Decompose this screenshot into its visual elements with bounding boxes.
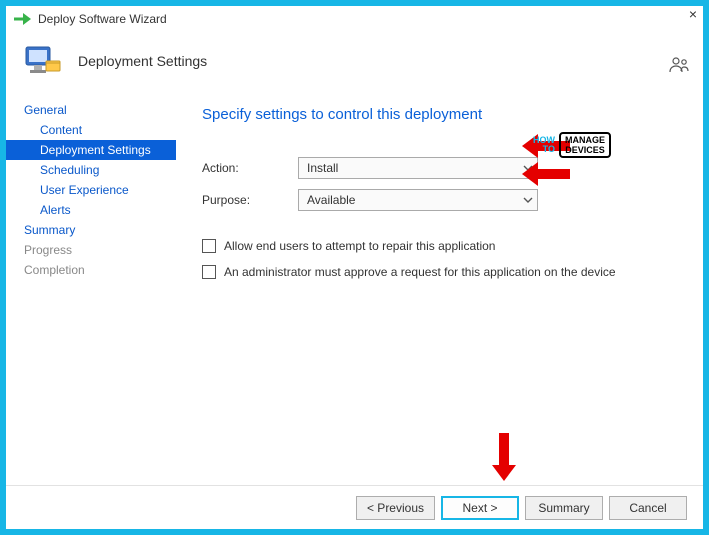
action-row: Action: Install xyxy=(202,157,683,179)
content-panel: Specify settings to control this deploym… xyxy=(176,94,703,485)
close-icon[interactable]: × xyxy=(689,6,697,22)
purpose-row: Purpose: Available xyxy=(202,189,683,211)
users-icon xyxy=(669,56,689,77)
approve-checkbox[interactable] xyxy=(202,265,216,279)
annotation-arrow-purpose xyxy=(522,166,570,182)
action-value: Install xyxy=(307,161,338,175)
approve-checkbox-label: An administrator must approve a request … xyxy=(224,265,616,279)
computer-deploy-icon xyxy=(22,41,62,81)
watermark: HOWTO MANAGE DEVICES xyxy=(533,132,611,158)
chevron-down-icon xyxy=(523,195,533,206)
previous-button[interactable]: < Previous xyxy=(356,496,435,520)
sidebar: General Content Deployment Settings Sche… xyxy=(6,94,176,485)
watermark-box: MANAGE DEVICES xyxy=(559,132,611,158)
content-heading: Specify settings to control this deploym… xyxy=(202,106,683,123)
footer: < Previous Next > Summary Cancel xyxy=(6,485,703,529)
cancel-button[interactable]: Cancel xyxy=(609,496,687,520)
summary-button[interactable]: Summary xyxy=(525,496,603,520)
page-title: Deployment Settings xyxy=(78,53,207,69)
sidebar-group-summary[interactable]: Summary xyxy=(6,220,176,240)
watermark-devices: DEVICES xyxy=(565,145,605,155)
repair-checkbox[interactable] xyxy=(202,239,216,253)
purpose-value: Available xyxy=(307,193,355,207)
approve-checkbox-row: An administrator must approve a request … xyxy=(202,265,683,279)
titlebar: Deploy Software Wizard × xyxy=(6,6,703,32)
repair-checkbox-row: Allow end users to attempt to repair thi… xyxy=(202,239,683,253)
sidebar-item-progress: Progress xyxy=(6,240,176,260)
watermark-howto: HOWTO xyxy=(533,136,555,154)
wizard-window: Deploy Software Wizard × Deployment Sett… xyxy=(0,0,709,535)
purpose-label: Purpose: xyxy=(202,193,298,207)
sidebar-item-content[interactable]: Content xyxy=(6,120,176,140)
window-title: Deploy Software Wizard xyxy=(38,12,167,26)
sidebar-group-general[interactable]: General xyxy=(6,100,176,120)
next-button[interactable]: Next > xyxy=(441,496,519,520)
annotation-arrow-next xyxy=(496,433,512,481)
wizard-icon xyxy=(14,12,32,26)
action-label: Action: xyxy=(202,161,298,175)
repair-checkbox-label: Allow end users to attempt to repair thi… xyxy=(224,239,495,253)
watermark-manage: MANAGE xyxy=(565,135,605,145)
sidebar-item-user-experience[interactable]: User Experience xyxy=(6,180,176,200)
sidebar-item-deployment-settings[interactable]: Deployment Settings xyxy=(6,140,176,160)
purpose-select[interactable]: Available xyxy=(298,189,538,211)
header: Deployment Settings xyxy=(6,32,703,94)
sidebar-item-scheduling[interactable]: Scheduling xyxy=(6,160,176,180)
sidebar-item-alerts[interactable]: Alerts xyxy=(6,200,176,220)
sidebar-item-completion: Completion xyxy=(6,260,176,280)
action-select[interactable]: Install xyxy=(298,157,538,179)
